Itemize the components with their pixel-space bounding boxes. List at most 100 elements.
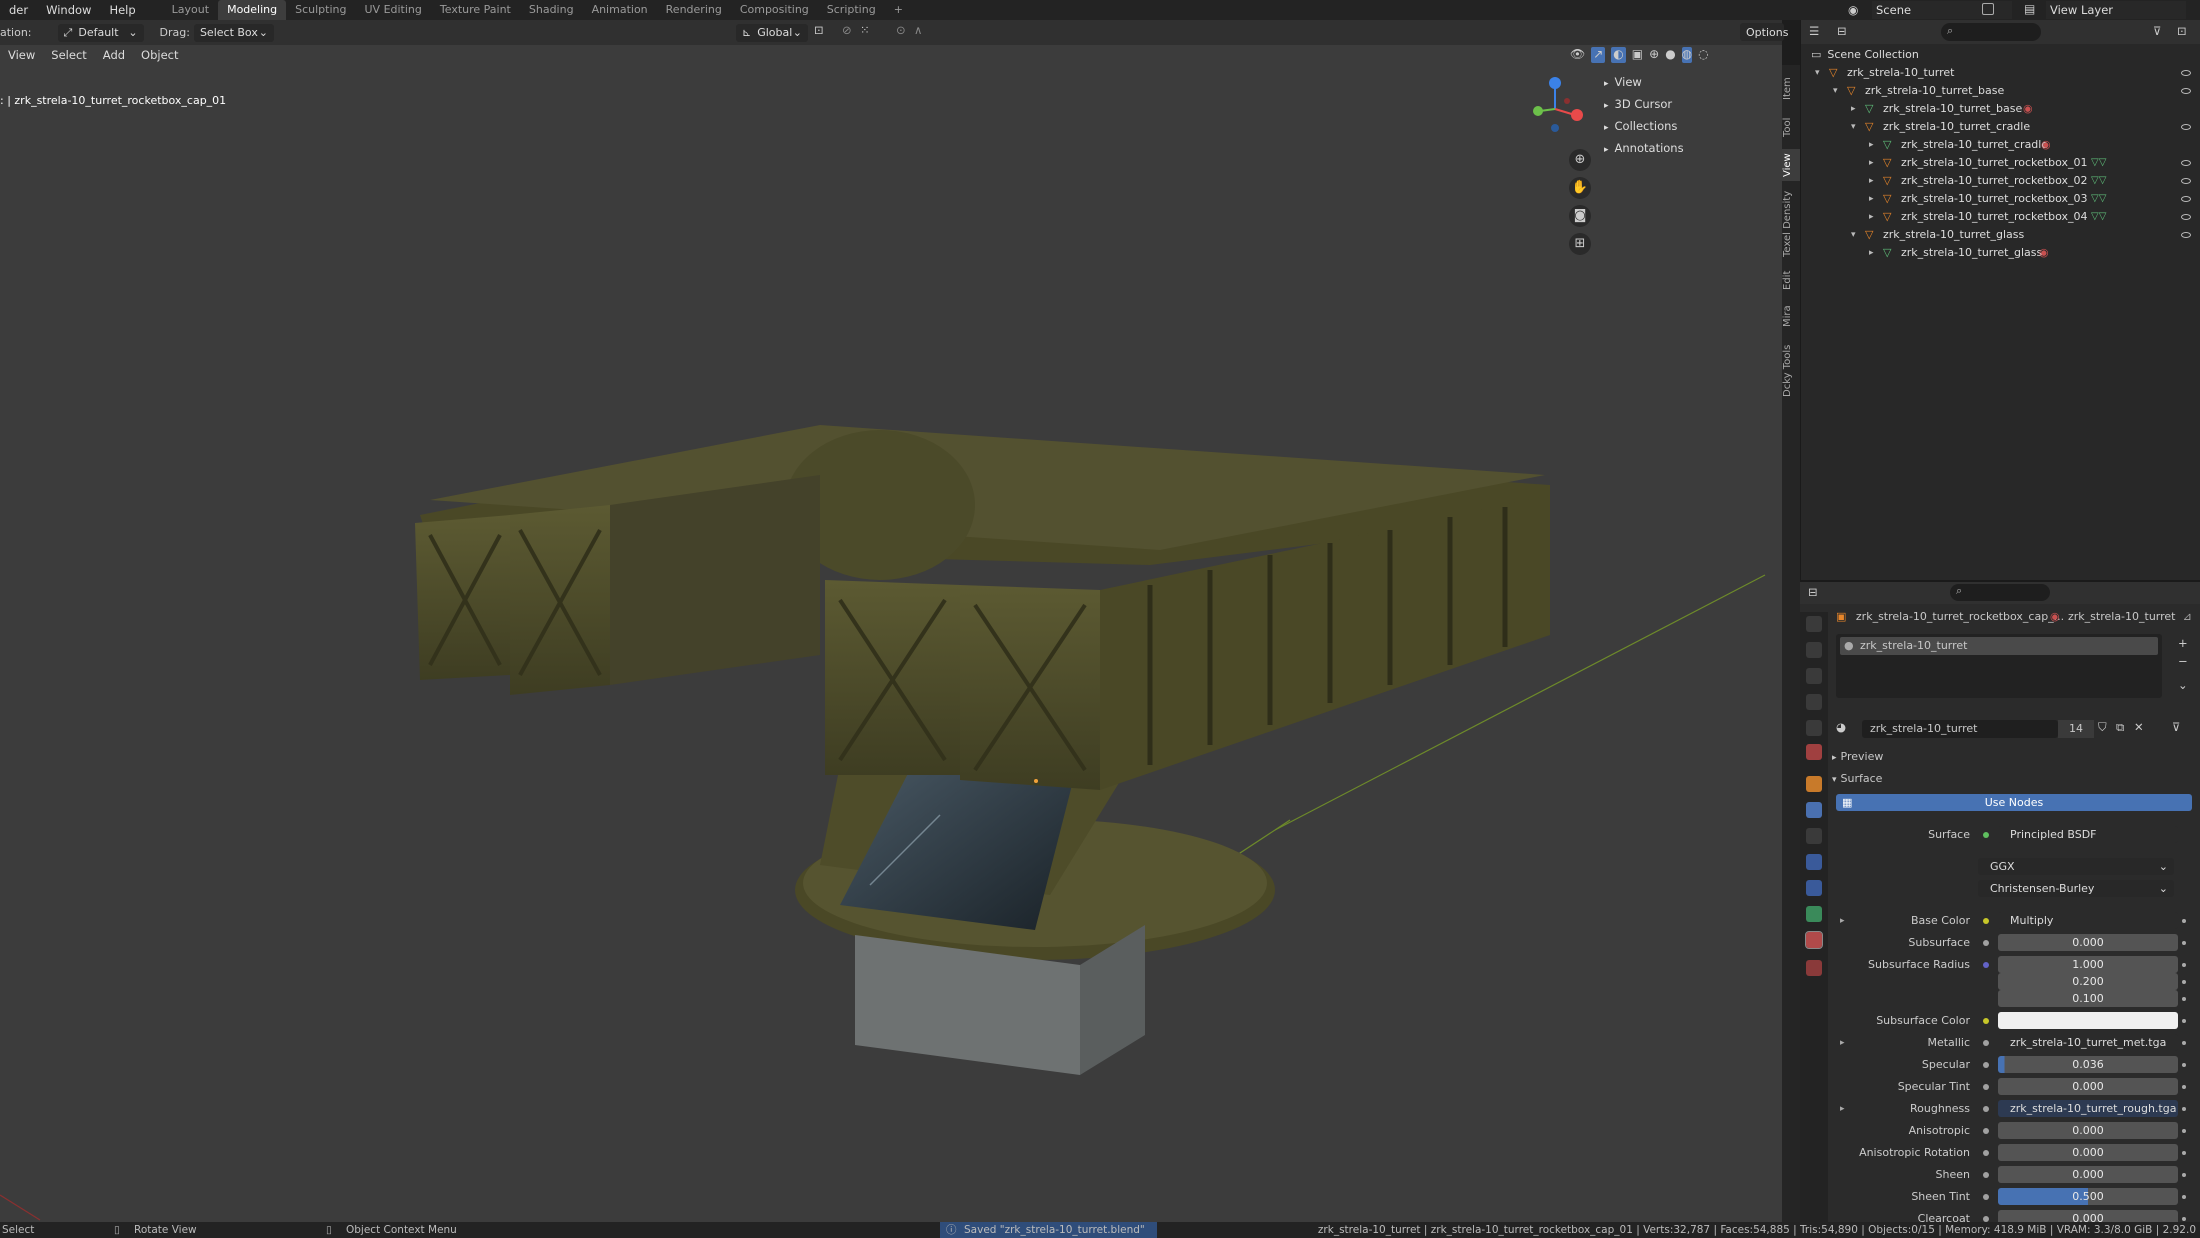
- outliner-row[interactable]: ▾ ▽ zrk_strela-10_turret_glass: [1801, 226, 2200, 244]
- camera-view-icon[interactable]: ◙: [1569, 205, 1591, 227]
- pin-icon[interactable]: ⊿: [2183, 608, 2192, 626]
- surface-panel-header[interactable]: ▾ Surface: [1832, 770, 1882, 788]
- keyframe-dot-icon[interactable]: [2182, 997, 2186, 1001]
- visibility-eye-icon[interactable]: [2181, 232, 2191, 238]
- workspace-tab-layout[interactable]: Layout: [163, 0, 218, 20]
- link-dropdown-icon[interactable]: ⊽: [2172, 720, 2180, 734]
- outliner[interactable]: ☰ ⊟ ⌕ ⊽ ⊡ ▭ Scene Collection ▾ ▽ zrk_strela…: [1800, 20, 2200, 580]
- keyframe-dot-icon[interactable]: [2182, 1195, 2186, 1199]
- user-count-field[interactable]: 14: [2058, 720, 2094, 738]
- outliner-row[interactable]: ▸ ▽ zrk_strela-10_turret_rocketbox_02 ▽▽: [1801, 172, 2200, 190]
- sidebar-tab-view[interactable]: View: [1782, 149, 1800, 181]
- scene-icon[interactable]: ◉: [1848, 2, 1864, 18]
- property-field[interactable]: 0.000: [1998, 1122, 2178, 1139]
- shading-rendered-icon[interactable]: ◌: [1698, 47, 1708, 63]
- chevron-right-icon[interactable]: ▸: [1840, 1034, 1845, 1052]
- viewport-menu-view[interactable]: View: [0, 48, 43, 62]
- workspace-tab-uv-editing[interactable]: UV Editing: [356, 0, 431, 20]
- visibility-eye-icon[interactable]: [2181, 70, 2191, 76]
- outliner-row[interactable]: ▸ ▽ zrk_strela-10_turret_glass ◉: [1801, 244, 2200, 262]
- keyframe-dot-icon[interactable]: [2182, 941, 2186, 945]
- outliner-row[interactable]: ▸ ▽ zrk_strela-10_turret_cradle ◉: [1801, 136, 2200, 154]
- output-tab-icon[interactable]: [1806, 668, 1822, 684]
- visibility-eye-icon[interactable]: [2181, 178, 2191, 184]
- editor-type-icon[interactable]: ☰: [1809, 24, 1819, 38]
- keyframe-dot-icon[interactable]: [2182, 980, 2186, 984]
- editor-type-icon[interactable]: ⊟: [1808, 585, 1818, 599]
- chevron-down-icon[interactable]: ▾: [1815, 64, 1820, 82]
- sidebar-tab-texel-density[interactable]: Texel Density: [1782, 189, 1800, 259]
- sidebar-tab-edit[interactable]: Edit: [1782, 267, 1800, 293]
- shading-wireframe-icon[interactable]: ⊕: [1649, 47, 1659, 63]
- workspace-tab-modeling[interactable]: Modeling: [218, 0, 287, 20]
- workspace-tab-sculpting[interactable]: Sculpting: [286, 0, 355, 20]
- workspace-tab-texture-paint[interactable]: Texture Paint: [431, 0, 520, 20]
- workspace-tab-shading[interactable]: Shading: [520, 0, 583, 20]
- outliner-row[interactable]: ▸ ▽ zrk_strela-10_turret_base ◉: [1801, 100, 2200, 118]
- property-field[interactable]: 0.000: [1998, 1144, 2178, 1161]
- sidebar-tab-tool[interactable]: Tool: [1782, 113, 1800, 141]
- workspace-tab-rendering[interactable]: Rendering: [657, 0, 731, 20]
- viewport-menu-select[interactable]: Select: [43, 48, 94, 62]
- falloff-icon[interactable]: ∧: [914, 23, 922, 37]
- outliner-row[interactable]: ▾ ▽ zrk_strela-10_turret_base: [1801, 82, 2200, 100]
- visibility-eye-icon[interactable]: [2181, 160, 2191, 166]
- chevron-down-icon[interactable]: ▾: [1851, 118, 1856, 136]
- snap-target-icon[interactable]: ⁙: [860, 23, 870, 37]
- shading-material-icon[interactable]: ◍: [1681, 47, 1693, 63]
- zoom-icon[interactable]: ⊕: [1569, 149, 1591, 171]
- material-slot-item[interactable]: ● zrk_strela-10_turret: [1840, 637, 2158, 655]
- perspective-toggle-icon[interactable]: ⊞: [1569, 233, 1591, 255]
- keyframe-dot-icon[interactable]: [2182, 963, 2186, 967]
- property-field[interactable]: 0.500: [1998, 1188, 2178, 1205]
- keyframe-dot-icon[interactable]: [2182, 919, 2186, 923]
- surface-shader-field[interactable]: Principled BSDF: [1998, 826, 2178, 843]
- npanel-item-3d-cursor[interactable]: ▸ 3D Cursor: [1604, 93, 1780, 115]
- outliner-search-input[interactable]: ⌕: [1941, 23, 2041, 41]
- keyframe-dot-icon[interactable]: [2182, 1151, 2186, 1155]
- npanel-item-collections[interactable]: ▸ Collections: [1604, 115, 1780, 137]
- property-field[interactable]: 0.100: [1998, 990, 2178, 1007]
- display-mode-icon[interactable]: ⊟: [1837, 24, 1847, 38]
- view-layer-icon[interactable]: ▤: [2024, 2, 2035, 16]
- outliner-row[interactable]: ▸ ▽ zrk_strela-10_turret_rocketbox_01 ▽▽: [1801, 154, 2200, 172]
- keyframe-dot-icon[interactable]: [2182, 1129, 2186, 1133]
- keyframe-dot-icon[interactable]: [2182, 1085, 2186, 1089]
- visibility-eye-icon[interactable]: [2181, 124, 2191, 130]
- view-layer-selector[interactable]: View Layer: [2046, 1, 2186, 19]
- filter-icon[interactable]: ⊽: [2153, 24, 2161, 38]
- viewport-menu-object[interactable]: Object: [133, 48, 186, 62]
- keyframe-dot-icon[interactable]: [2182, 1019, 2186, 1023]
- property-field[interactable]: zrk_strela-10_turret_met.tga: [1998, 1034, 2178, 1051]
- pan-hand-icon[interactable]: ✋: [1569, 177, 1591, 199]
- chevron-right-icon[interactable]: ▸: [1840, 912, 1845, 930]
- preview-panel-header[interactable]: ▸ Preview: [1832, 748, 1883, 766]
- chevron-down-icon[interactable]: ▾: [1833, 82, 1838, 100]
- view-object-types-icon[interactable]: 👁: [1570, 47, 1585, 63]
- properties-search-input[interactable]: ⌕: [1950, 584, 2050, 601]
- outliner-row[interactable]: ▸ ▽ zrk_strela-10_turret_rocketbox_03 ▽▽: [1801, 190, 2200, 208]
- keyframe-dot-icon[interactable]: [2182, 1041, 2186, 1045]
- transform-orientation-dropdown[interactable]: ⊾ Global ⌄: [736, 23, 808, 42]
- chevron-right-icon[interactable]: ▸: [1869, 208, 1874, 226]
- fake-user-icon[interactable]: ⛉: [2098, 720, 2107, 735]
- menu-window[interactable]: Window: [37, 0, 100, 20]
- add-slot-button[interactable]: +: [2178, 636, 2188, 650]
- workspace-tab-scripting[interactable]: Scripting: [818, 0, 885, 20]
- properties-editor[interactable]: ⊟ ⌕ ▣ zrk_strela-10_turret_rocketbox_cap…: [1800, 580, 2200, 1227]
- chevron-right-icon[interactable]: ▸: [1851, 100, 1856, 118]
- remove-slot-button[interactable]: −: [2178, 654, 2188, 668]
- unlink-material-icon[interactable]: ✕: [2134, 720, 2144, 734]
- keyframe-dot-icon[interactable]: [2182, 1173, 2186, 1177]
- menu-help[interactable]: Help: [100, 0, 144, 20]
- property-field[interactable]: 0.000: [1998, 1078, 2178, 1095]
- drag-dropdown[interactable]: Select Box ⌄: [193, 23, 274, 42]
- property-field[interactable]: 0.000: [1998, 1166, 2178, 1183]
- chevron-right-icon[interactable]: ▸: [1869, 136, 1874, 154]
- xray-toggle-icon[interactable]: ▣: [1632, 47, 1643, 63]
- property-field[interactable]: [1998, 1012, 2178, 1029]
- tool-tab-icon[interactable]: [1806, 616, 1822, 632]
- property-field[interactable]: 1.000: [1998, 956, 2178, 973]
- sidebar-tab-mira[interactable]: Mira: [1782, 301, 1800, 331]
- outliner-row[interactable]: ▾ ▽ zrk_strela-10_turret_cradle: [1801, 118, 2200, 136]
